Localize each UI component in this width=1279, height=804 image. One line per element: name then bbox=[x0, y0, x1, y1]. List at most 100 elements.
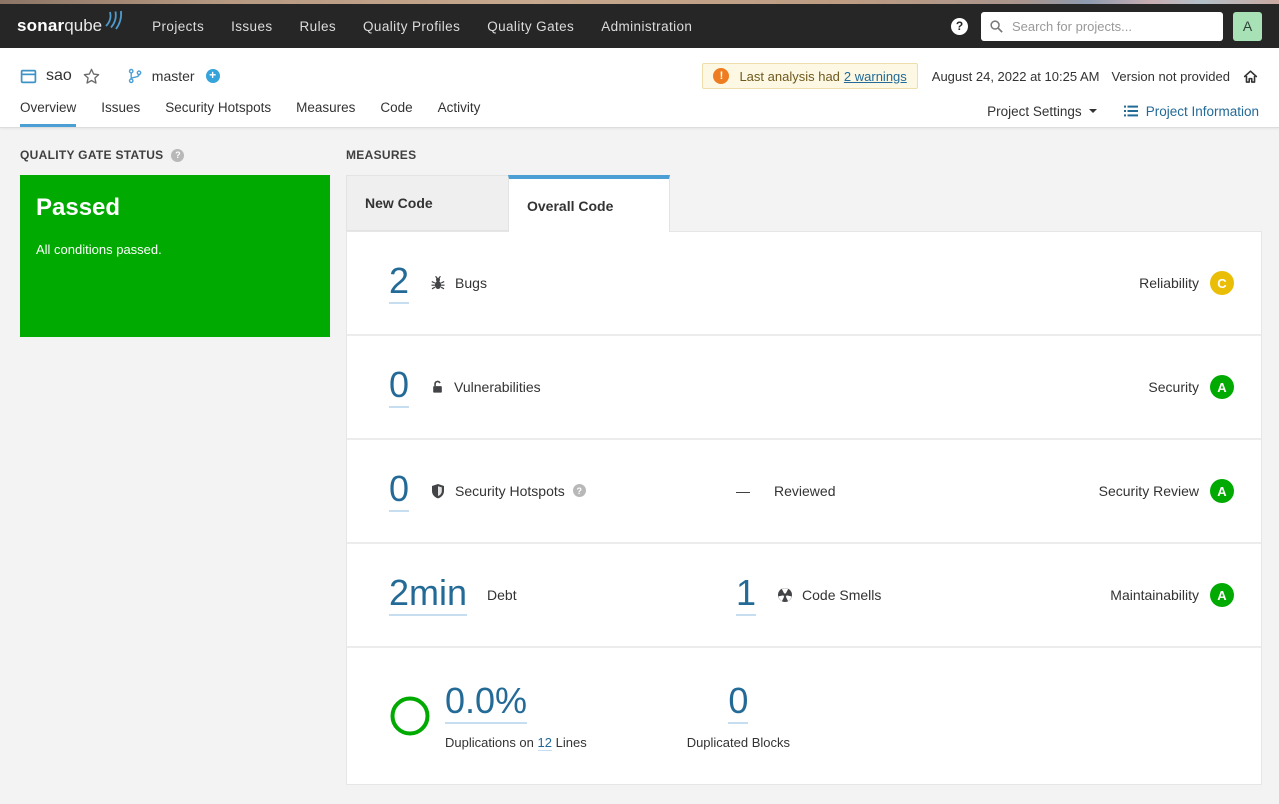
vulnerabilities-count-link[interactable]: 0 bbox=[389, 366, 410, 408]
hotspots-count-link[interactable]: 0 bbox=[389, 470, 410, 512]
bugs-count-link[interactable]: 2 bbox=[389, 262, 410, 304]
lines-count-link[interactable]: 12 bbox=[537, 734, 552, 751]
nav-item-quality-profiles[interactable]: Quality Profiles bbox=[363, 19, 460, 34]
quality-gate-title-text: QUALITY GATE STATUS bbox=[20, 148, 164, 162]
version-label: Version not provided bbox=[1111, 68, 1230, 84]
debt-label: Debt bbox=[487, 586, 517, 603]
search-icon bbox=[990, 19, 1003, 33]
duplicated-blocks-metric: 0 Duplicated Blocks bbox=[687, 682, 790, 750]
tab-issues[interactable]: Issues bbox=[101, 100, 140, 127]
tab-overview[interactable]: Overview bbox=[20, 100, 77, 127]
measures-title: MEASURES bbox=[346, 146, 1262, 164]
quality-gate-section: QUALITY GATE STATUS ? Passed All conditi… bbox=[20, 146, 330, 785]
hotspots-reviewed-group: — Reviewed bbox=[736, 483, 835, 499]
favorite-star-icon[interactable] bbox=[82, 67, 101, 86]
measures-panel: 2 Bugs Reliability C 0 Vulnerabilities S… bbox=[346, 231, 1262, 785]
project-information-button[interactable]: Project Information bbox=[1123, 103, 1259, 119]
branch-icon bbox=[127, 68, 143, 84]
measure-row-security-review: 0 Security Hotspots ? — Reviewed Securit… bbox=[347, 440, 1261, 544]
project-tabs-row: Overview Issues Security Hotspots Measur… bbox=[20, 94, 1259, 127]
analysis-warning-badge: ! Last analysis had 2 warnings bbox=[702, 63, 918, 89]
measure-row-reliability: 2 Bugs Reliability C bbox=[347, 232, 1261, 336]
measure-row-duplications: 0.0% Duplications on 12 Lines 0 Duplicat… bbox=[347, 648, 1261, 784]
duplications-label-prefix: Duplications on bbox=[445, 734, 534, 750]
duplications-metric: 0.0% Duplications on 12 Lines bbox=[445, 682, 587, 751]
security-review-rating-badge[interactable]: A bbox=[1210, 479, 1234, 503]
measures-section: MEASURES New Code Overall Code 2 Bugs Re… bbox=[346, 146, 1262, 785]
vulnerabilities-label: Vulnerabilities bbox=[454, 378, 541, 395]
measures-tabs: New Code Overall Code bbox=[346, 175, 1262, 232]
project-settings-label: Project Settings bbox=[987, 103, 1082, 119]
logo-text-qube: qube bbox=[64, 16, 103, 35]
project-settings-dropdown[interactable]: Project Settings bbox=[987, 104, 1097, 119]
tab-code[interactable]: Code bbox=[380, 100, 412, 127]
security-review-label: Security Review bbox=[1098, 483, 1199, 499]
reviewed-label: Reviewed bbox=[774, 483, 836, 499]
code-smells-count-link[interactable]: 1 bbox=[736, 574, 757, 616]
nav-item-projects[interactable]: Projects bbox=[152, 19, 204, 34]
project-title-row: sao master + ! Last analysis had 2 warni… bbox=[20, 61, 1259, 91]
quality-gate-title: QUALITY GATE STATUS ? bbox=[20, 146, 330, 164]
debt-value-link[interactable]: 2min bbox=[389, 574, 468, 616]
code-smells-icon bbox=[777, 587, 793, 603]
global-search[interactable] bbox=[981, 11, 1223, 41]
quality-gate-status: Passed bbox=[36, 194, 121, 221]
measure-row-security: 0 Vulnerabilities Security A bbox=[347, 336, 1261, 440]
main-navigation: Projects Issues Rules Quality Profiles Q… bbox=[152, 19, 719, 34]
project-actions: Project Settings Project Information bbox=[987, 103, 1259, 127]
reliability-rating-badge[interactable]: C bbox=[1210, 271, 1234, 295]
duplicated-blocks-count-link[interactable]: 0 bbox=[728, 682, 749, 724]
top-navbar: sonar qube Projects Issues Rules Quality … bbox=[0, 4, 1279, 48]
tab-new-code[interactable]: New Code bbox=[346, 175, 508, 231]
duplication-ring-icon bbox=[389, 695, 431, 737]
code-smells-metric: 1 Code Smells bbox=[736, 574, 881, 616]
sonar-wave-icon bbox=[104, 10, 126, 35]
branch-name: master bbox=[151, 68, 195, 84]
warnings-link[interactable]: 2 warnings bbox=[844, 69, 907, 84]
warning-icon: ! bbox=[713, 68, 730, 84]
project-meta: ! Last analysis had 2 warnings August 24… bbox=[702, 63, 1259, 89]
nav-item-administration[interactable]: Administration bbox=[601, 19, 692, 34]
hotspots-label: Security Hotspots bbox=[455, 482, 565, 499]
nav-item-rules[interactable]: Rules bbox=[300, 19, 337, 34]
tab-overall-code[interactable]: Overall Code bbox=[508, 175, 670, 232]
analysis-date: August 24, 2022 at 10:25 AM bbox=[931, 68, 1100, 84]
measures-title-text: MEASURES bbox=[346, 148, 417, 162]
duplications-sublabel: Duplications on 12 Lines bbox=[445, 734, 587, 751]
security-label: Security bbox=[1148, 379, 1199, 395]
logo-text-sonar: sonar bbox=[17, 16, 65, 35]
project-header: sao master + ! Last analysis had 2 warni… bbox=[0, 48, 1279, 128]
shield-icon bbox=[430, 483, 446, 499]
search-input[interactable] bbox=[1010, 17, 1215, 35]
measure-row-maintainability: 2min Debt 1 Code Smells Maintainability … bbox=[347, 544, 1261, 648]
quality-gate-status-card: Passed All conditions passed. bbox=[20, 175, 330, 337]
security-rating-badge[interactable]: A bbox=[1210, 375, 1234, 399]
help-icon[interactable]: ? bbox=[951, 17, 968, 35]
bug-icon bbox=[430, 275, 446, 291]
nav-item-issues[interactable]: Issues bbox=[231, 19, 272, 34]
sonarqube-logo[interactable]: sonar qube bbox=[17, 10, 126, 36]
add-branch-icon[interactable]: + bbox=[205, 69, 220, 83]
nav-item-quality-gates[interactable]: Quality Gates bbox=[487, 19, 574, 34]
maintainability-label: Maintainability bbox=[1110, 587, 1199, 603]
overview-content: QUALITY GATE STATUS ? Passed All conditi… bbox=[0, 128, 1279, 785]
home-icon[interactable] bbox=[1242, 68, 1259, 85]
quality-gate-help-icon[interactable]: ? bbox=[171, 148, 185, 162]
security-review-rating-group: Security Review A bbox=[1099, 479, 1234, 503]
code-smells-label: Code Smells bbox=[802, 586, 882, 603]
user-avatar[interactable]: A bbox=[1233, 11, 1262, 41]
chevron-down-icon bbox=[1088, 109, 1097, 113]
quality-gate-message: All conditions passed. bbox=[36, 242, 162, 257]
duplications-label-suffix: Lines bbox=[555, 734, 587, 750]
tab-security-hotspots[interactable]: Security Hotspots bbox=[165, 100, 271, 127]
tab-measures[interactable]: Measures bbox=[296, 100, 355, 127]
tab-activity[interactable]: Activity bbox=[438, 100, 481, 127]
reliability-rating-group: Reliability C bbox=[1139, 271, 1234, 295]
hotspots-help-icon[interactable]: ? bbox=[572, 484, 586, 498]
bugs-metric: 2 Bugs bbox=[389, 262, 736, 304]
open-lock-icon bbox=[430, 379, 445, 395]
project-icon bbox=[20, 68, 37, 85]
maintainability-rating-badge[interactable]: A bbox=[1210, 583, 1234, 607]
duplications-percent-link[interactable]: 0.0% bbox=[445, 682, 528, 724]
hotspots-metric: 0 Security Hotspots ? bbox=[389, 470, 736, 512]
